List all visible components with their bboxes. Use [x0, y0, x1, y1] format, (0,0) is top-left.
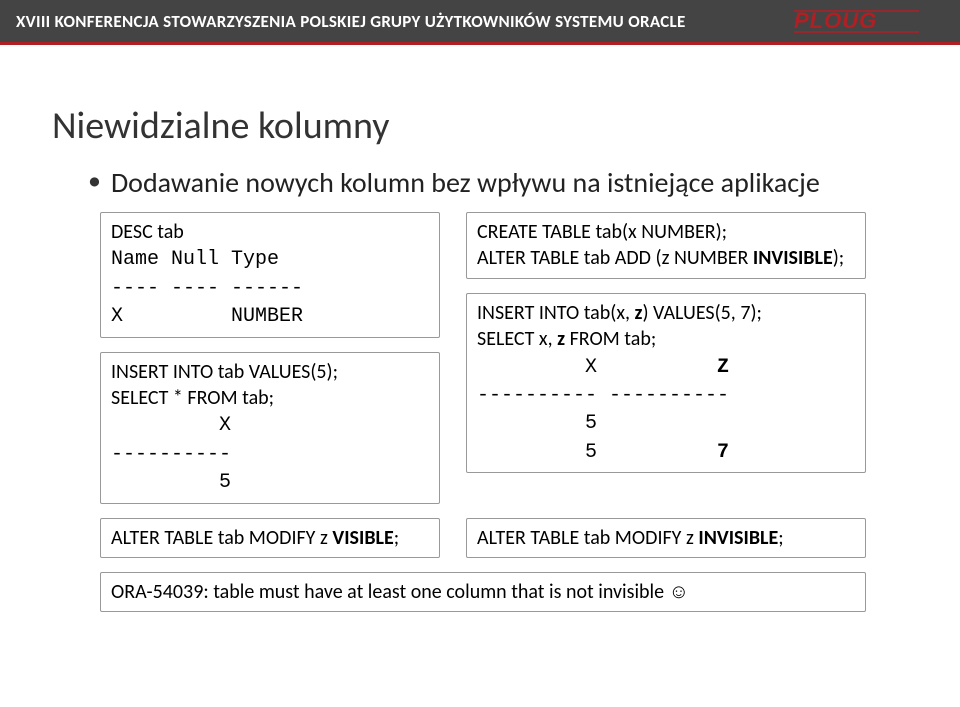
bullet-text: Dodawanie nowych kolumn bez wpływu na is…: [111, 165, 820, 200]
desc-tab-box: DESC tab Name Null Type ---- ---- ------…: [100, 212, 440, 338]
modify-row: ALTER TABLE tab MODIFY z VISIBLE; ALTER …: [100, 518, 908, 558]
insert-left-line2: SELECT * FROM tab;: [111, 386, 274, 410]
code-boxes-grid: DESC tab Name Null Type ---- ---- ------…: [100, 212, 908, 504]
smiley-icon: ☺: [669, 580, 689, 604]
insert-right-line2: SELECT x, z FROM tab;: [477, 327, 656, 351]
modify-visible-box: ALTER TABLE tab MODIFY z VISIBLE;: [100, 518, 440, 558]
header-bar: XVIII KONFERENCJA STOWARZYSZENIA POLSKIE…: [0, 0, 960, 42]
slide-title: Niewidzialne kolumny: [52, 103, 908, 149]
create-line2: ALTER TABLE tab ADD (z NUMBER INVISIBLE)…: [477, 246, 844, 270]
logo: PLOUG: [794, 6, 944, 36]
modify-invisible-box: ALTER TABLE tab MODIFY z INVISIBLE;: [466, 518, 866, 558]
desc-tab-output: Name Null Type ---- ---- ------ X NUMBER: [111, 248, 303, 328]
divider-red-line: [0, 42, 960, 45]
header-title: XVIII KONFERENCJA STOWARZYSZENIA POLSKIE…: [16, 11, 686, 32]
insert-right-line1: INSERT INTO tab(x, z) VALUES(5, 7);: [477, 301, 762, 325]
right-column: CREATE TABLE tab(x NUMBER); ALTER TABLE …: [466, 212, 866, 473]
insert-right-output: X Z ---------- ---------- 5 5 7: [477, 356, 729, 464]
bullet-dot-icon: •: [88, 165, 101, 196]
insert-left-output: X ---------- 5: [111, 414, 231, 494]
bullet-item: • Dodawanie nowych kolumn bez wpływu na …: [88, 165, 908, 200]
ploug-logo: PLOUG: [794, 6, 944, 36]
insert-select-left-box: INSERT INTO tab VALUES(5); SELECT * FROM…: [100, 352, 440, 504]
create-line1: CREATE TABLE tab(x NUMBER);: [477, 220, 727, 244]
insert-select-right-box: INSERT INTO tab(x, z) VALUES(5, 7); SELE…: [466, 293, 866, 473]
error-text: ORA-54039: table must have at least one …: [111, 580, 689, 604]
left-column: DESC tab Name Null Type ---- ---- ------…: [100, 212, 440, 504]
modify-visible-text: ALTER TABLE tab MODIFY z VISIBLE;: [111, 526, 399, 550]
error-box: ORA-54039: table must have at least one …: [100, 572, 866, 612]
modify-invisible-text: ALTER TABLE tab MODIFY z INVISIBLE;: [477, 526, 784, 550]
desc-tab-label: DESC tab: [111, 220, 184, 244]
slide-content: Niewidzialne kolumny • Dodawanie nowych …: [0, 73, 960, 612]
insert-left-line1: INSERT INTO tab VALUES(5);: [111, 360, 338, 384]
create-table-box: CREATE TABLE tab(x NUMBER); ALTER TABLE …: [466, 212, 866, 279]
